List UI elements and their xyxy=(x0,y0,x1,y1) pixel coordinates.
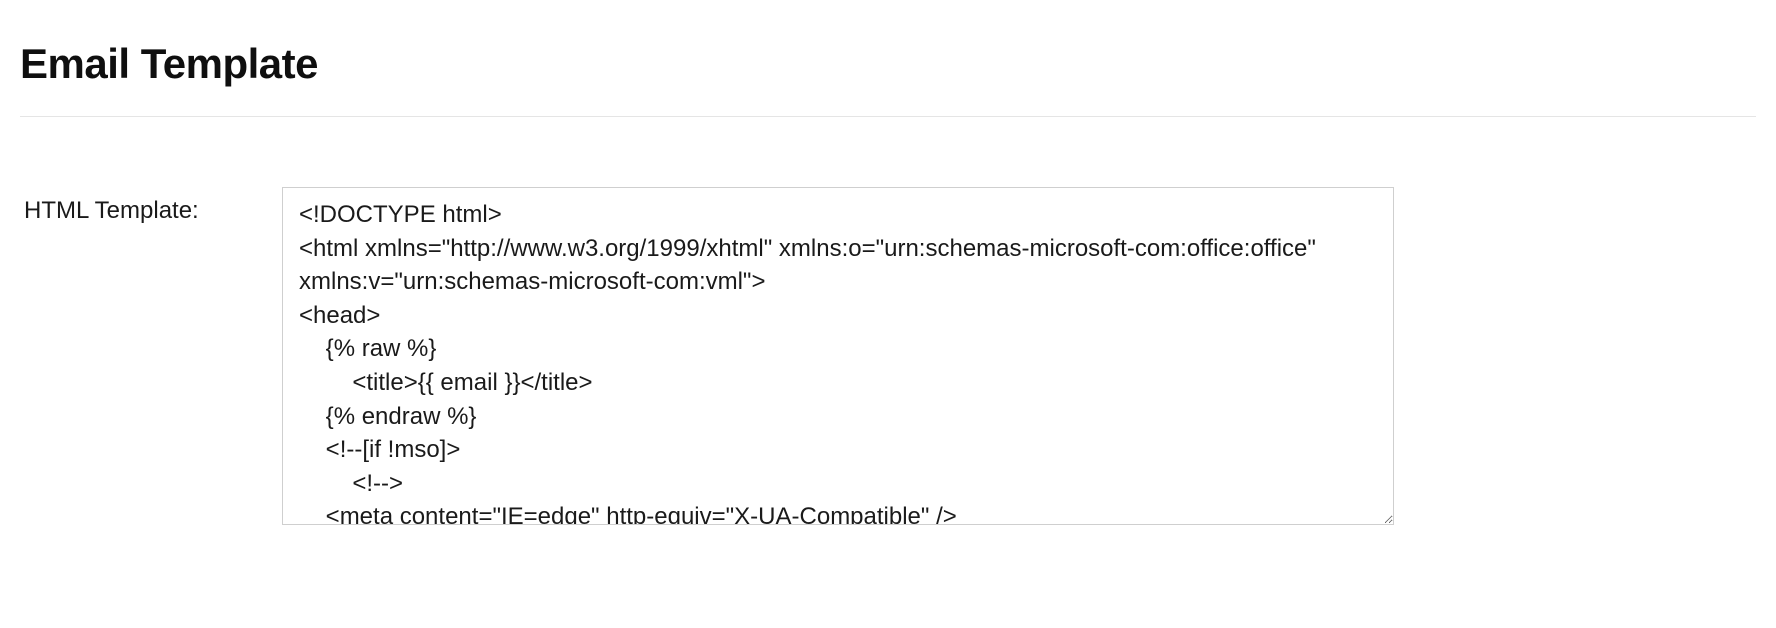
page-title: Email Template xyxy=(20,40,1756,116)
form-label-column: HTML Template: xyxy=(20,187,282,225)
html-template-label: HTML Template: xyxy=(24,197,199,224)
html-template-textarea[interactable] xyxy=(282,187,1394,525)
form-field-column xyxy=(282,187,1394,530)
form-row-html-template: HTML Template: xyxy=(20,117,1756,530)
page-container: Email Template HTML Template: xyxy=(0,0,1776,530)
